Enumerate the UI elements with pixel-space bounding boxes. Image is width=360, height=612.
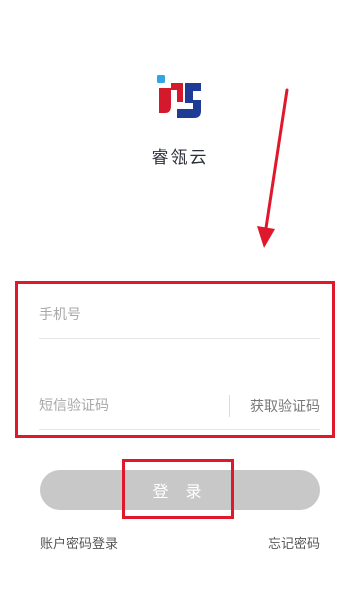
sms-code-field[interactable]: 获取验证码 xyxy=(39,382,320,430)
forgot-password-link[interactable]: 忘记密码 xyxy=(268,533,320,552)
phone-field[interactable] xyxy=(39,291,320,339)
login-button[interactable]: 登 录 xyxy=(40,470,320,510)
account-password-login-link[interactable]: 账户密码登录 xyxy=(40,533,118,552)
app-name: 睿瓴云 xyxy=(151,148,209,168)
get-code-button[interactable]: 获取验证码 xyxy=(250,396,320,416)
app-logo xyxy=(157,75,201,118)
phone-input[interactable] xyxy=(39,306,219,323)
sms-code-input[interactable] xyxy=(39,397,219,414)
divider xyxy=(229,394,230,417)
